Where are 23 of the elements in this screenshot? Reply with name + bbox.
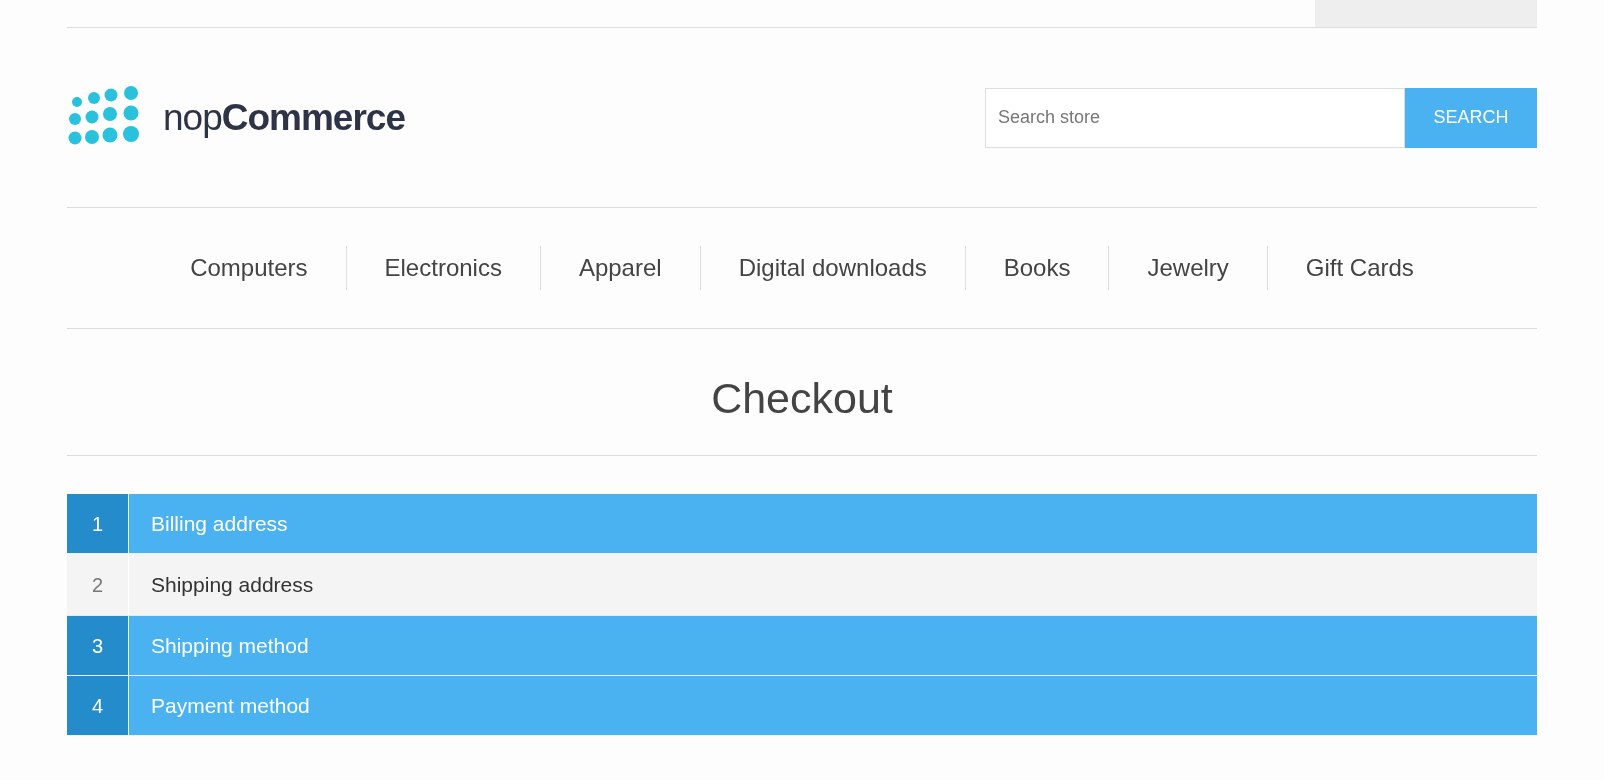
menu-link[interactable]: Digital downloads [699,246,965,290]
menu-link[interactable]: Books [964,246,1109,290]
step-title: Shipping method [150,632,309,659]
menu-link[interactable]: Computers [152,246,346,290]
step-title: Shipping address [150,571,314,598]
step-number: 2 [67,554,129,615]
step-number: 3 [67,616,129,675]
checkout-step[interactable]: 1 Billing address [67,494,1537,554]
page-title: Checkout [711,372,893,424]
menu-link[interactable]: Jewelry [1108,246,1267,290]
step-title: Payment method [150,692,310,719]
step-title: Billing address [150,510,288,537]
checkout-step[interactable]: 2 Shipping address [67,554,1537,616]
menu-link[interactable]: Apparel [539,246,700,290]
logo-text[interactable]: nopCommerce [163,89,405,146]
step-number: 4 [67,676,129,735]
menu-link[interactable]: Gift Cards [1266,246,1452,290]
cart-link-background[interactable] [1315,0,1537,27]
search-field[interactable]: Search store [985,87,1405,148]
checkout-step[interactable]: 4 Payment method [67,676,1537,736]
checkout-step[interactable]: 3 Shipping method [67,616,1537,676]
menu-link[interactable]: Electronics [345,246,540,290]
step-number: 1 [67,494,129,553]
